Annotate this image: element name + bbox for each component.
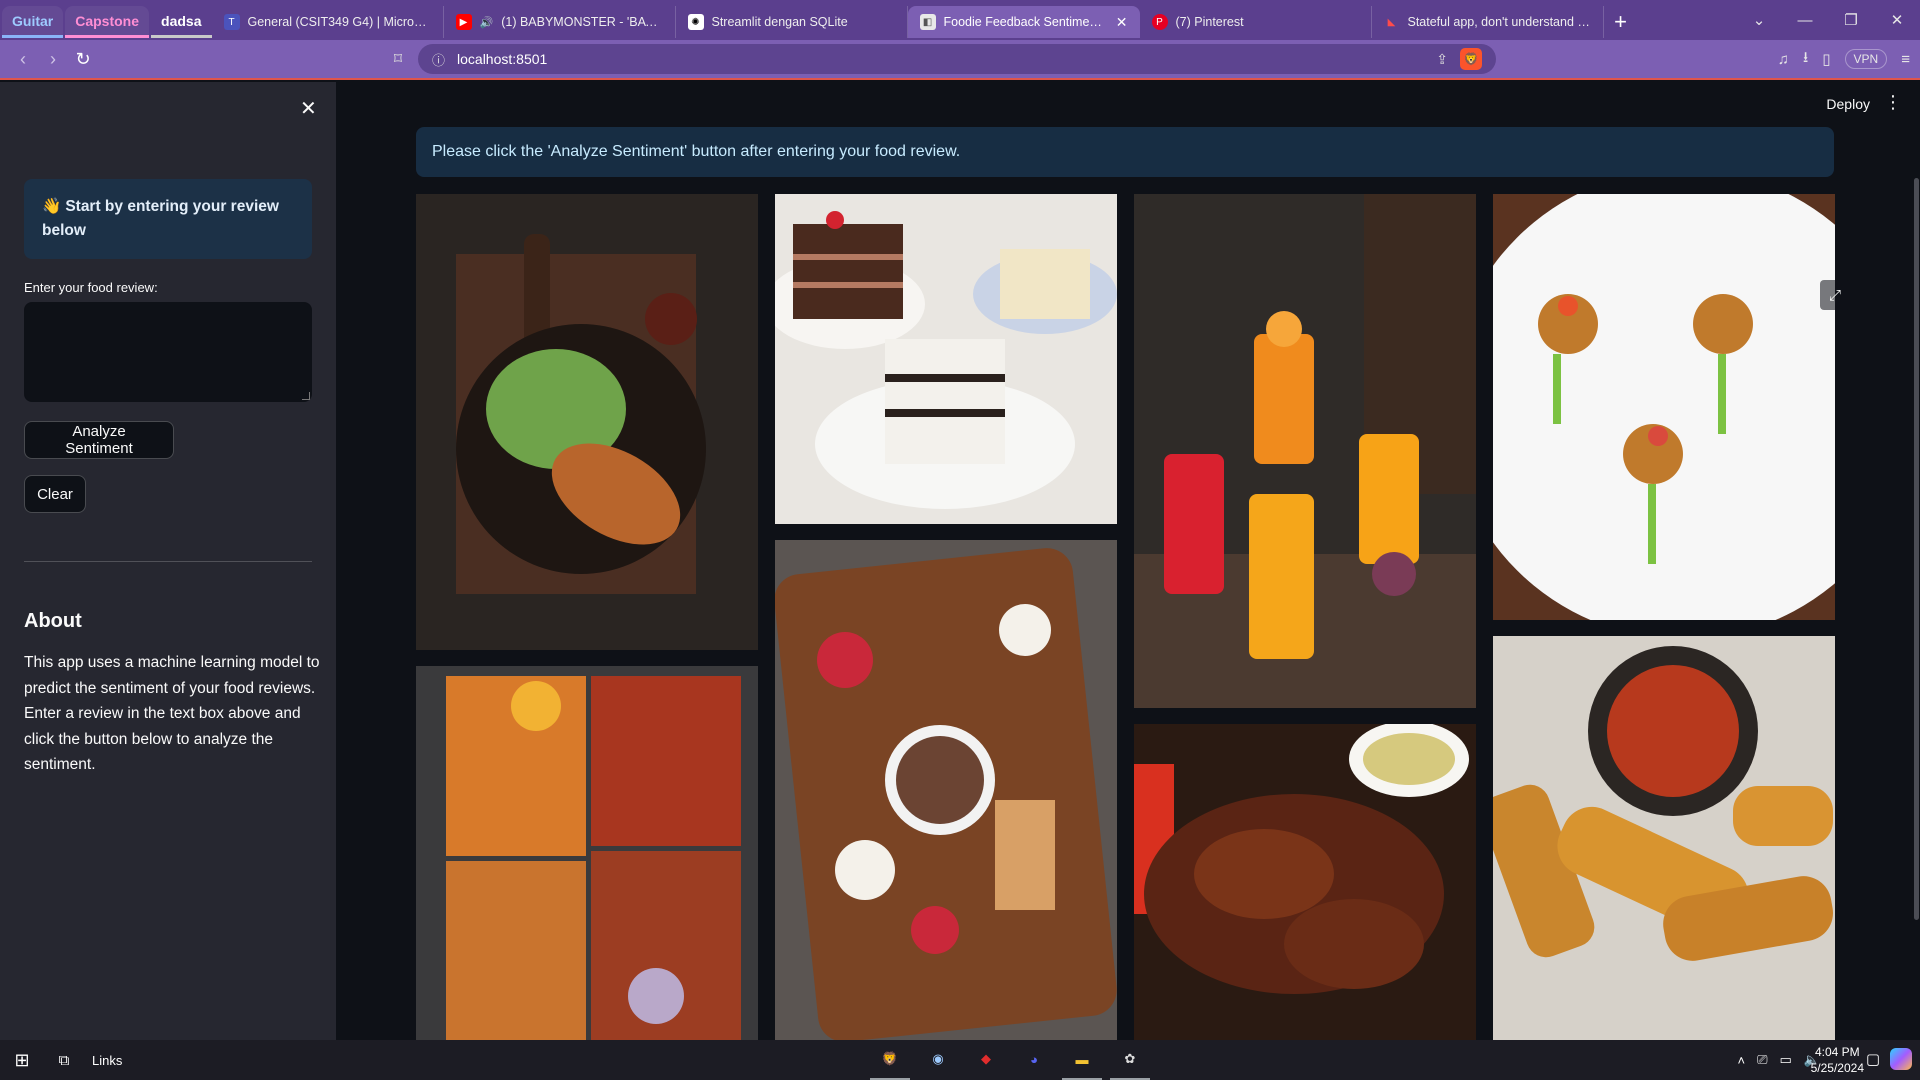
tab-group-label: dadsa <box>161 12 202 29</box>
forward-arrow-icon[interactable]: › <box>38 49 68 70</box>
review-field-label: Enter your food review: <box>24 280 158 295</box>
youtube-icon: ▶ <box>455 14 472 30</box>
main-content: Deploy ⋮ Please click the 'Analyze Senti… <box>336 82 1920 1040</box>
share-icon[interactable]: ⇪ <box>1436 51 1448 68</box>
taskbar-clock[interactable]: 4:04 PM 5/25/2024 <box>1811 1044 1864 1076</box>
discord-icon[interactable]: ◕ <box>1014 1040 1054 1080</box>
windows-start-icon[interactable]: ⊞ <box>0 1050 44 1071</box>
media-icon[interactable]: ♫ <box>1778 51 1789 68</box>
katsu-bowl-photo <box>416 194 758 650</box>
grilled-skewers-photo <box>1134 724 1476 1040</box>
sidebar-toggle-icon[interactable]: ▯ <box>1822 50 1830 68</box>
meet-now-icon[interactable]: ⎚ <box>1757 1052 1767 1068</box>
browser-tab[interactable]: ✺ Streamlit dengan SQLite <box>676 6 908 38</box>
alert-text: Please click the 'Analyze Sentiment' but… <box>432 143 961 160</box>
pinterest-icon: P <box>1151 14 1168 30</box>
download-icon[interactable]: ⭳ <box>1803 47 1808 72</box>
close-window-icon[interactable]: ✕ <box>1874 11 1920 29</box>
bookmark-icon[interactable]: ⌑ <box>388 49 408 69</box>
deploy-button[interactable]: Deploy <box>1826 96 1870 112</box>
clear-button[interactable]: Clear <box>24 475 86 513</box>
dota-icon[interactable]: ◆ <box>966 1040 1006 1080</box>
tab-group-capstone[interactable]: Capstone <box>65 6 150 38</box>
review-textarea[interactable] <box>24 302 312 402</box>
iced-drinks-photo <box>1134 194 1476 708</box>
browser-tab[interactable]: ▶ 🔊 (1) BABYMONSTER - 'BATTER UP' <box>444 6 676 38</box>
reload-icon[interactable]: ↻ <box>68 49 98 70</box>
page-scrollbar[interactable] <box>1914 178 1919 920</box>
tab-group-dadsa[interactable]: dadsa <box>151 6 212 38</box>
info-alert: Please click the 'Analyze Sentiment' but… <box>416 127 1834 177</box>
address-bar[interactable]: ⓘ localhost:8501 ⇪ 🦁 <box>418 44 1496 74</box>
plated-appetizers-photo <box>1493 194 1835 620</box>
spring-rolls-photo <box>1493 636 1835 1040</box>
brave-browser-icon[interactable]: 🦁 <box>870 1040 910 1080</box>
tab-title: Stateful app, don't understand why a <box>1407 15 1591 29</box>
info-text: Start by entering your review below <box>42 198 279 239</box>
tab-title: (7) Pinterest <box>1175 15 1244 29</box>
close-sidebar-icon[interactable]: ✕ <box>300 96 317 121</box>
url-text[interactable]: localhost:8501 <box>457 51 1424 67</box>
copilot-icon[interactable] <box>1890 1048 1912 1070</box>
browser-tab[interactable]: T General (CSIT349 G4) | Microsoft Tea <box>212 6 444 38</box>
tab-title: General (CSIT349 G4) | Microsoft Tea <box>247 15 431 29</box>
info-message: 👋 Start by entering your review below <box>24 179 312 259</box>
brave-shields-icon[interactable]: 🦁 <box>1460 48 1482 70</box>
toolbar-right: ♫ ⭳ ▯ VPN ≡ <box>1778 47 1920 72</box>
expand-image-icon[interactable]: ⤢ <box>1820 280 1850 310</box>
window-controls: ⌄ — ❐ ✕ <box>1736 0 1920 40</box>
streamlit-crown-icon: ◣ <box>1387 16 1396 28</box>
tab-search-chevron-icon[interactable]: ⌄ <box>1736 11 1782 29</box>
task-view-icon[interactable]: ⧉ <box>44 1052 84 1069</box>
about-heading: About <box>24 610 82 632</box>
steam-icon[interactable]: ◉ <box>918 1040 958 1080</box>
teams-icon: T <box>223 14 240 30</box>
waving-hand-icon: 👋 <box>42 198 62 215</box>
tray-expand-icon[interactable]: ˄ <box>1738 1053 1746 1068</box>
resize-handle-icon[interactable] <box>302 392 310 400</box>
browser-tab[interactable]: ◣ Stateful app, don't understand why a <box>1372 6 1604 38</box>
browser-toolbar: ‹ › ↻ ⌑ ⓘ localhost:8501 ⇪ 🦁 ♫ ⭳ ▯ VPN ≡ <box>0 40 1920 80</box>
streamlit-icon: ◧ <box>919 14 936 30</box>
tab-title: Foodie Feedback Sentiment Ana <box>943 15 1108 29</box>
dessert-board-photo <box>775 540 1117 1040</box>
python-app-icon[interactable]: ✿ <box>1110 1040 1150 1080</box>
browser-tab-active[interactable]: ◧ Foodie Feedback Sentiment Ana ✕ <box>907 6 1140 38</box>
restore-icon[interactable]: ❐ <box>1828 11 1874 29</box>
network-icon[interactable]: ▭ <box>1780 1052 1792 1068</box>
new-tab-button[interactable]: + <box>1604 6 1638 38</box>
taskbar-apps: 🦁 ◉ ◆ ◕ ▬ ✿ <box>870 1040 1150 1080</box>
clock-time: 4:04 PM <box>1814 1045 1860 1059</box>
cake-slices-photo <box>775 194 1117 524</box>
links-toolbar[interactable]: Links <box>92 1053 122 1068</box>
tab-group-guitar[interactable]: Guitar <box>2 6 64 38</box>
fried-chicken-platter-photo <box>416 666 758 1040</box>
tab-title: Streamlit dengan SQLite <box>711 15 848 29</box>
browser-tab-strip: Guitar Capstone dadsa T General (CSIT349… <box>0 0 1920 40</box>
more-options-icon[interactable]: ⋮ <box>1884 92 1902 113</box>
about-text: This app uses a machine learning model t… <box>24 654 320 773</box>
windows-taskbar: ⊞ ⧉ Links 🦁 ◉ ◆ ◕ ▬ ✿ ˄ ⎚ ▭ 🔈 4:04 PM 5/… <box>0 1040 1920 1080</box>
tab-title: (1) BABYMONSTER - 'BATTER UP' <box>501 15 662 29</box>
speaker-icon[interactable]: 🔊 <box>480 16 494 29</box>
site-info-icon[interactable]: ⓘ <box>432 50 445 69</box>
browser-tab[interactable]: P (7) Pinterest <box>1140 6 1372 38</box>
tab-group-label: Guitar <box>12 12 54 29</box>
close-tab-icon[interactable]: ✕ <box>1116 14 1128 31</box>
analyze-sentiment-button[interactable]: Analyze Sentiment <box>24 421 174 459</box>
tab-group-label: Capstone <box>75 12 140 29</box>
system-tray: ˄ ⎚ ▭ 🔈 <box>1738 1040 1820 1080</box>
sidebar: ✕ 👋 Start by entering your review below E… <box>0 82 336 1040</box>
file-explorer-icon[interactable]: ▬ <box>1062 1040 1102 1080</box>
chatgpt-icon: ✺ <box>687 14 704 30</box>
vpn-label: VPN <box>1853 52 1879 66</box>
clock-date: 5/25/2024 <box>1810 1061 1864 1075</box>
back-arrow-icon[interactable]: ‹ <box>8 49 38 70</box>
menu-icon[interactable]: ≡ <box>1901 51 1910 68</box>
minimize-icon[interactable]: — <box>1782 12 1828 29</box>
vpn-button[interactable]: VPN <box>1844 49 1888 69</box>
notifications-icon[interactable]: ▢ <box>1866 1050 1880 1068</box>
sidebar-divider <box>24 561 312 562</box>
